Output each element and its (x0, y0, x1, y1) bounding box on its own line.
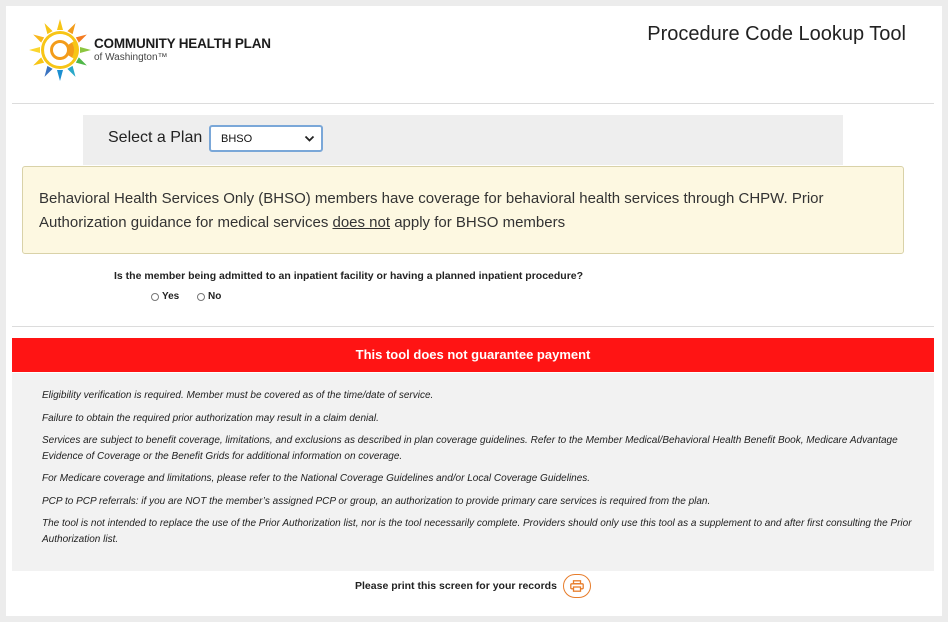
notice-underlined: does not (332, 214, 391, 231)
print-instruction: Please print this screen for your record… (355, 580, 557, 592)
radio-yes[interactable] (151, 293, 159, 301)
sunburst-logo-icon (29, 19, 91, 81)
logo-name: COMMUNITY HEALTH PLAN (94, 36, 271, 51)
page-title: Procedure Code Lookup Tool (647, 23, 906, 45)
payment-warning-banner: This tool does not guarantee payment (12, 338, 934, 372)
page-frame: COMMUNITY HEALTH PLAN of Washington™ Pro… (6, 6, 942, 616)
radio-no-option[interactable]: No (197, 291, 237, 305)
print-button[interactable] (563, 574, 591, 598)
disclaimer-item: Services are subject to benefit coverage… (42, 435, 898, 462)
radio-no-label[interactable]: No (208, 291, 221, 302)
notice-text-after: apply for BHSO members (390, 214, 566, 231)
plan-label: Select a Plan (108, 129, 203, 146)
disclaimer-item: Failure to obtain the required prior aut… (42, 412, 379, 424)
disclaimer-item: PCP to PCP referrals: if you are NOT the… (42, 495, 711, 507)
logo-subtitle: of Washington™ (94, 52, 168, 63)
plan-select-value: BHSO (221, 133, 253, 145)
disclaimer-item: The tool is not intended to replace the … (42, 518, 912, 545)
disclaimer-panel: Eligibility verification is required. Me… (12, 373, 934, 571)
chpw-logo[interactable]: COMMUNITY HEALTH PLAN of Washington™ (28, 18, 288, 82)
print-row: Please print this screen for your record… (6, 574, 942, 600)
radio-no[interactable] (197, 293, 205, 301)
header: COMMUNITY HEALTH PLAN of Washington™ Pro… (6, 6, 942, 104)
disclaimer-item: Eligibility verification is required. Me… (42, 390, 434, 401)
chevron-down-icon (304, 135, 315, 142)
disclaimer-item: For Medicare coverage and limitations, p… (42, 473, 591, 484)
printer-icon (570, 580, 584, 592)
radio-yes-option[interactable]: Yes (151, 291, 191, 305)
inpatient-question: Is the member being admitted to an inpat… (114, 270, 584, 282)
radio-yes-label[interactable]: Yes (162, 291, 179, 302)
plan-selector-bar: Select a Plan BHSO (83, 115, 843, 165)
header-divider (12, 103, 934, 104)
section-divider (12, 326, 934, 327)
plan-select[interactable]: BHSO (209, 125, 323, 152)
bhso-notice: Behavioral Health Services Only (BHSO) m… (22, 166, 904, 254)
